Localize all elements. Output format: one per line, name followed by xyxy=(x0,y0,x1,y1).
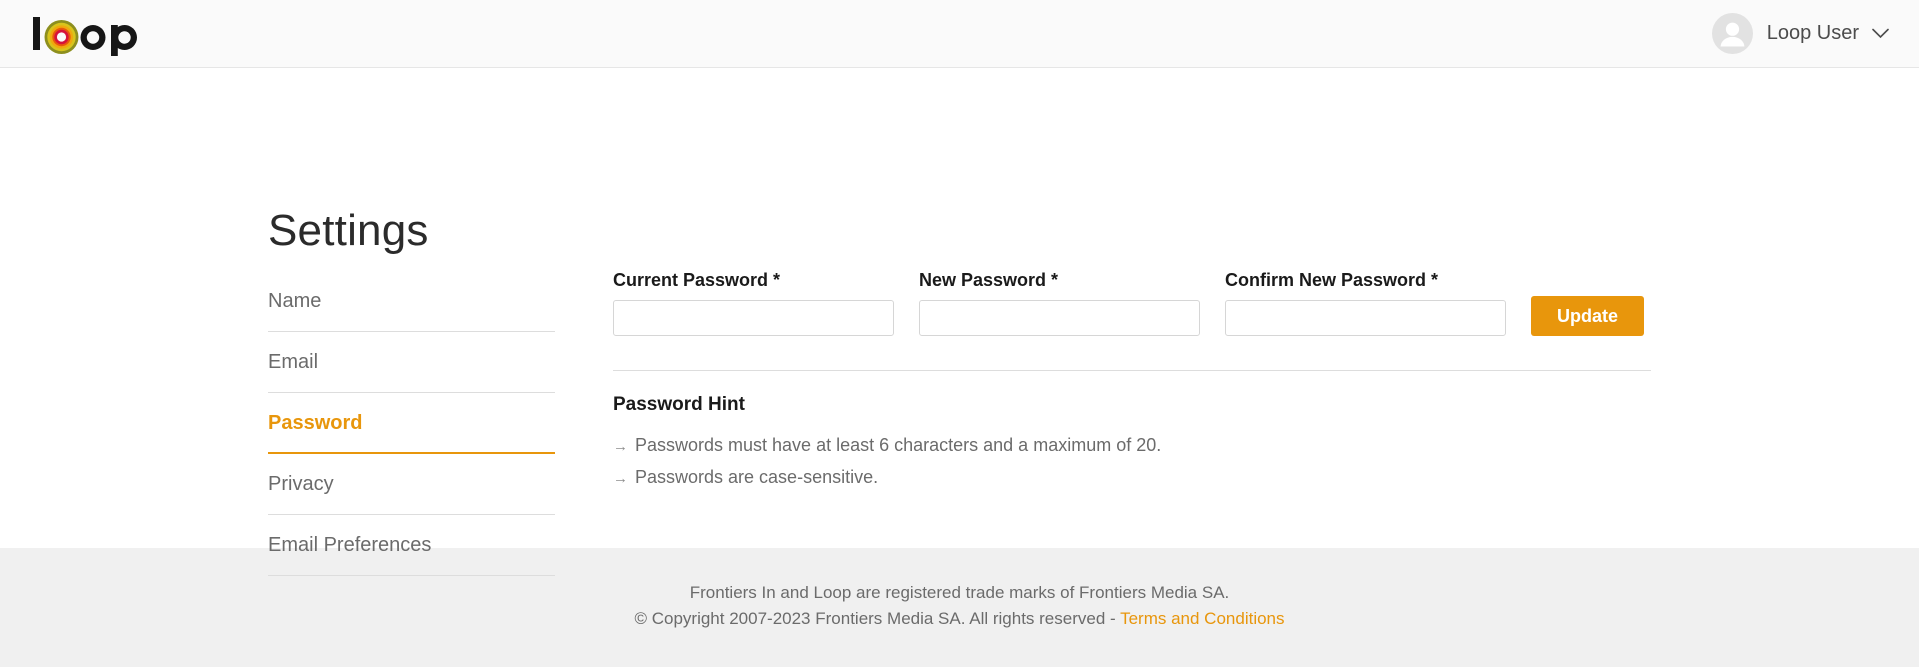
current-password-field-group: Current Password * xyxy=(613,271,894,336)
loop-logo-icon xyxy=(27,11,149,57)
list-item: → Passwords must have at least 6 charact… xyxy=(613,433,1651,457)
new-password-field-group: New Password * xyxy=(919,271,1200,336)
sidebar-item-privacy[interactable]: Privacy xyxy=(268,454,555,515)
new-password-input[interactable] xyxy=(919,300,1200,336)
footer-copyright-text: © Copyright 2007-2023 Frontiers Media SA… xyxy=(634,609,1121,629)
user-menu[interactable]: Loop User xyxy=(1711,13,1889,54)
current-password-label: Current Password * xyxy=(613,270,781,290)
confirm-new-password-label: Confirm New Password * xyxy=(1225,270,1439,290)
new-password-label: New Password * xyxy=(919,270,1059,290)
sidebar-item-label: Password xyxy=(268,411,363,434)
settings-sidebar-nav: Name Email Password Privacy Email Prefer… xyxy=(268,271,555,576)
password-hint-text: Passwords must have at least 6 character… xyxy=(635,435,1162,455)
password-hint-list: → Passwords must have at least 6 charact… xyxy=(613,433,1651,490)
sidebar-item-email[interactable]: Email xyxy=(268,332,555,393)
sidebar-item-label: Email Preferences xyxy=(268,534,432,556)
current-password-input[interactable] xyxy=(613,300,894,336)
loop-logo[interactable] xyxy=(27,11,149,57)
user-avatar-icon xyxy=(1711,13,1753,54)
main-content: Settings Name Email Password Privacy Ema… xyxy=(0,68,1919,576)
user-name-label: Loop User xyxy=(1766,22,1859,44)
sidebar-item-password[interactable]: Password xyxy=(268,393,555,454)
list-item: → Passwords are case-sensitive. xyxy=(613,465,1651,489)
sidebar-item-email-preferences[interactable]: Email Preferences xyxy=(268,515,555,576)
confirm-new-password-field-group: Confirm New Password * xyxy=(1225,271,1506,336)
password-form-row: Current Password * New Password * Confir… xyxy=(613,271,1651,336)
footer-trademark-line: Frontiers In and Loop are registered tra… xyxy=(689,583,1230,602)
arrow-right-icon: → xyxy=(613,438,628,455)
sidebar-item-label: Email xyxy=(268,351,319,373)
form-divider xyxy=(613,370,1651,371)
password-hint-text: Passwords are case-sensitive. xyxy=(635,467,879,488)
footer-copyright-line: © Copyright 2007-2023 Frontiers Media SA… xyxy=(634,606,1284,632)
password-hint-title: Password Hint xyxy=(613,394,745,415)
sidebar-item-label: Privacy xyxy=(268,473,334,495)
terms-and-conditions-link[interactable]: Terms and Conditions xyxy=(1120,609,1284,628)
confirm-new-password-input[interactable] xyxy=(1225,300,1506,336)
arrow-right-icon: → xyxy=(613,470,628,488)
sidebar-item-label: Name xyxy=(268,290,322,312)
update-button[interactable]: Update xyxy=(1531,296,1644,336)
site-header: Loop User xyxy=(0,0,1919,68)
sidebar-item-name[interactable]: Name xyxy=(268,271,555,332)
page-title: Settings xyxy=(268,206,429,256)
chevron-down-icon[interactable] xyxy=(1872,28,1889,39)
password-form-panel: Current Password * New Password * Confir… xyxy=(613,271,1651,498)
